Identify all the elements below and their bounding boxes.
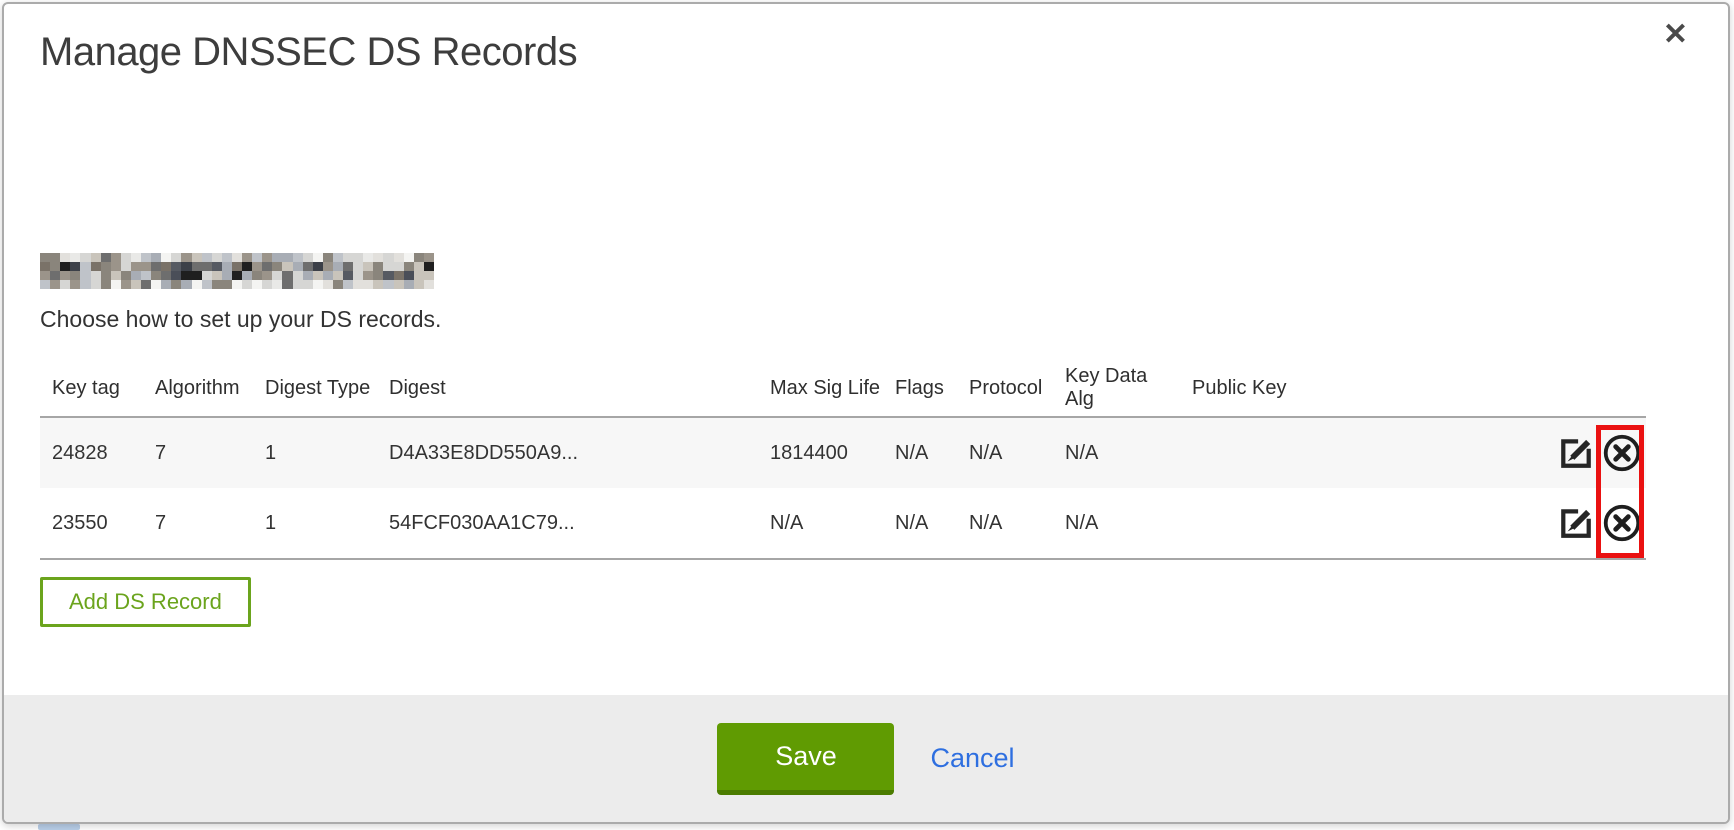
cell-key-tag: 23550: [40, 512, 143, 535]
table-body: 24828 7 1 D4A33E8DD550A9... 1814400 N/A …: [40, 418, 1646, 560]
cell-digest-type: 1: [253, 512, 377, 535]
delete-record-button[interactable]: [1601, 502, 1643, 544]
col-header-key-data-alg: Key Data Alg: [1053, 365, 1180, 411]
col-header-digest-type: Digest Type: [253, 377, 377, 400]
close-icon[interactable]: ✕: [1663, 20, 1688, 50]
dialog-title: Manage DNSSEC DS Records: [40, 30, 577, 75]
table-row: 24828 7 1 D4A33E8DD550A9... 1814400 N/A …: [40, 418, 1646, 488]
cell-digest: D4A33E8DD550A9...: [377, 442, 758, 465]
col-header-flags: Flags: [883, 377, 957, 400]
screen: Manage DNSSEC DS Records ✕ Choose how to…: [0, 0, 1734, 830]
dialog-footer: Save Cancel: [4, 695, 1728, 822]
table-header-row: Key tag Algorithm Digest Type Digest Max…: [40, 360, 1646, 418]
cell-digest: 54FCF030AA1C79...: [377, 512, 758, 535]
col-header-max-sig-life: Max Sig Life: [758, 377, 883, 400]
table-row: 23550 7 1 54FCF030AA1C79... N/A N/A N/A …: [40, 488, 1646, 558]
cancel-button[interactable]: Cancel: [930, 743, 1014, 774]
instruction-text: Choose how to set up your DS records.: [40, 306, 441, 333]
row-actions: [1420, 502, 1646, 544]
ds-records-table: Key tag Algorithm Digest Type Digest Max…: [40, 360, 1646, 560]
cell-key-data-alg: N/A: [1053, 512, 1180, 535]
cell-max-sig-life: 1814400: [758, 442, 883, 465]
edit-record-button[interactable]: [1558, 505, 1594, 541]
background-page-fragment: [38, 824, 80, 830]
edit-record-button[interactable]: [1558, 435, 1594, 471]
row-actions: [1420, 432, 1646, 474]
delete-circle-x-icon: [1601, 432, 1643, 474]
edit-pencil-icon: [1558, 505, 1594, 541]
cell-flags: N/A: [883, 442, 957, 465]
save-button[interactable]: Save: [717, 723, 894, 795]
cell-max-sig-life: N/A: [758, 512, 883, 535]
delete-circle-x-icon: [1601, 502, 1643, 544]
cell-algorithm: 7: [143, 442, 253, 465]
col-header-protocol: Protocol: [957, 377, 1053, 400]
cell-protocol: N/A: [957, 512, 1053, 535]
delete-record-button[interactable]: [1601, 432, 1643, 474]
cell-key-tag: 24828: [40, 442, 143, 465]
col-header-key-tag: Key tag: [40, 377, 143, 400]
cell-flags: N/A: [883, 512, 957, 535]
add-ds-record-button[interactable]: Add DS Record: [40, 577, 251, 627]
cell-protocol: N/A: [957, 442, 1053, 465]
col-header-public-key: Public Key: [1180, 377, 1420, 400]
manage-dnssec-dialog: Manage DNSSEC DS Records ✕ Choose how to…: [2, 2, 1730, 824]
cell-algorithm: 7: [143, 512, 253, 535]
cell-digest-type: 1: [253, 442, 377, 465]
col-header-algorithm: Algorithm: [143, 377, 253, 400]
redacted-domain-name: [40, 253, 434, 289]
edit-pencil-icon: [1558, 435, 1594, 471]
col-header-digest: Digest: [377, 377, 758, 400]
cell-key-data-alg: N/A: [1053, 442, 1180, 465]
